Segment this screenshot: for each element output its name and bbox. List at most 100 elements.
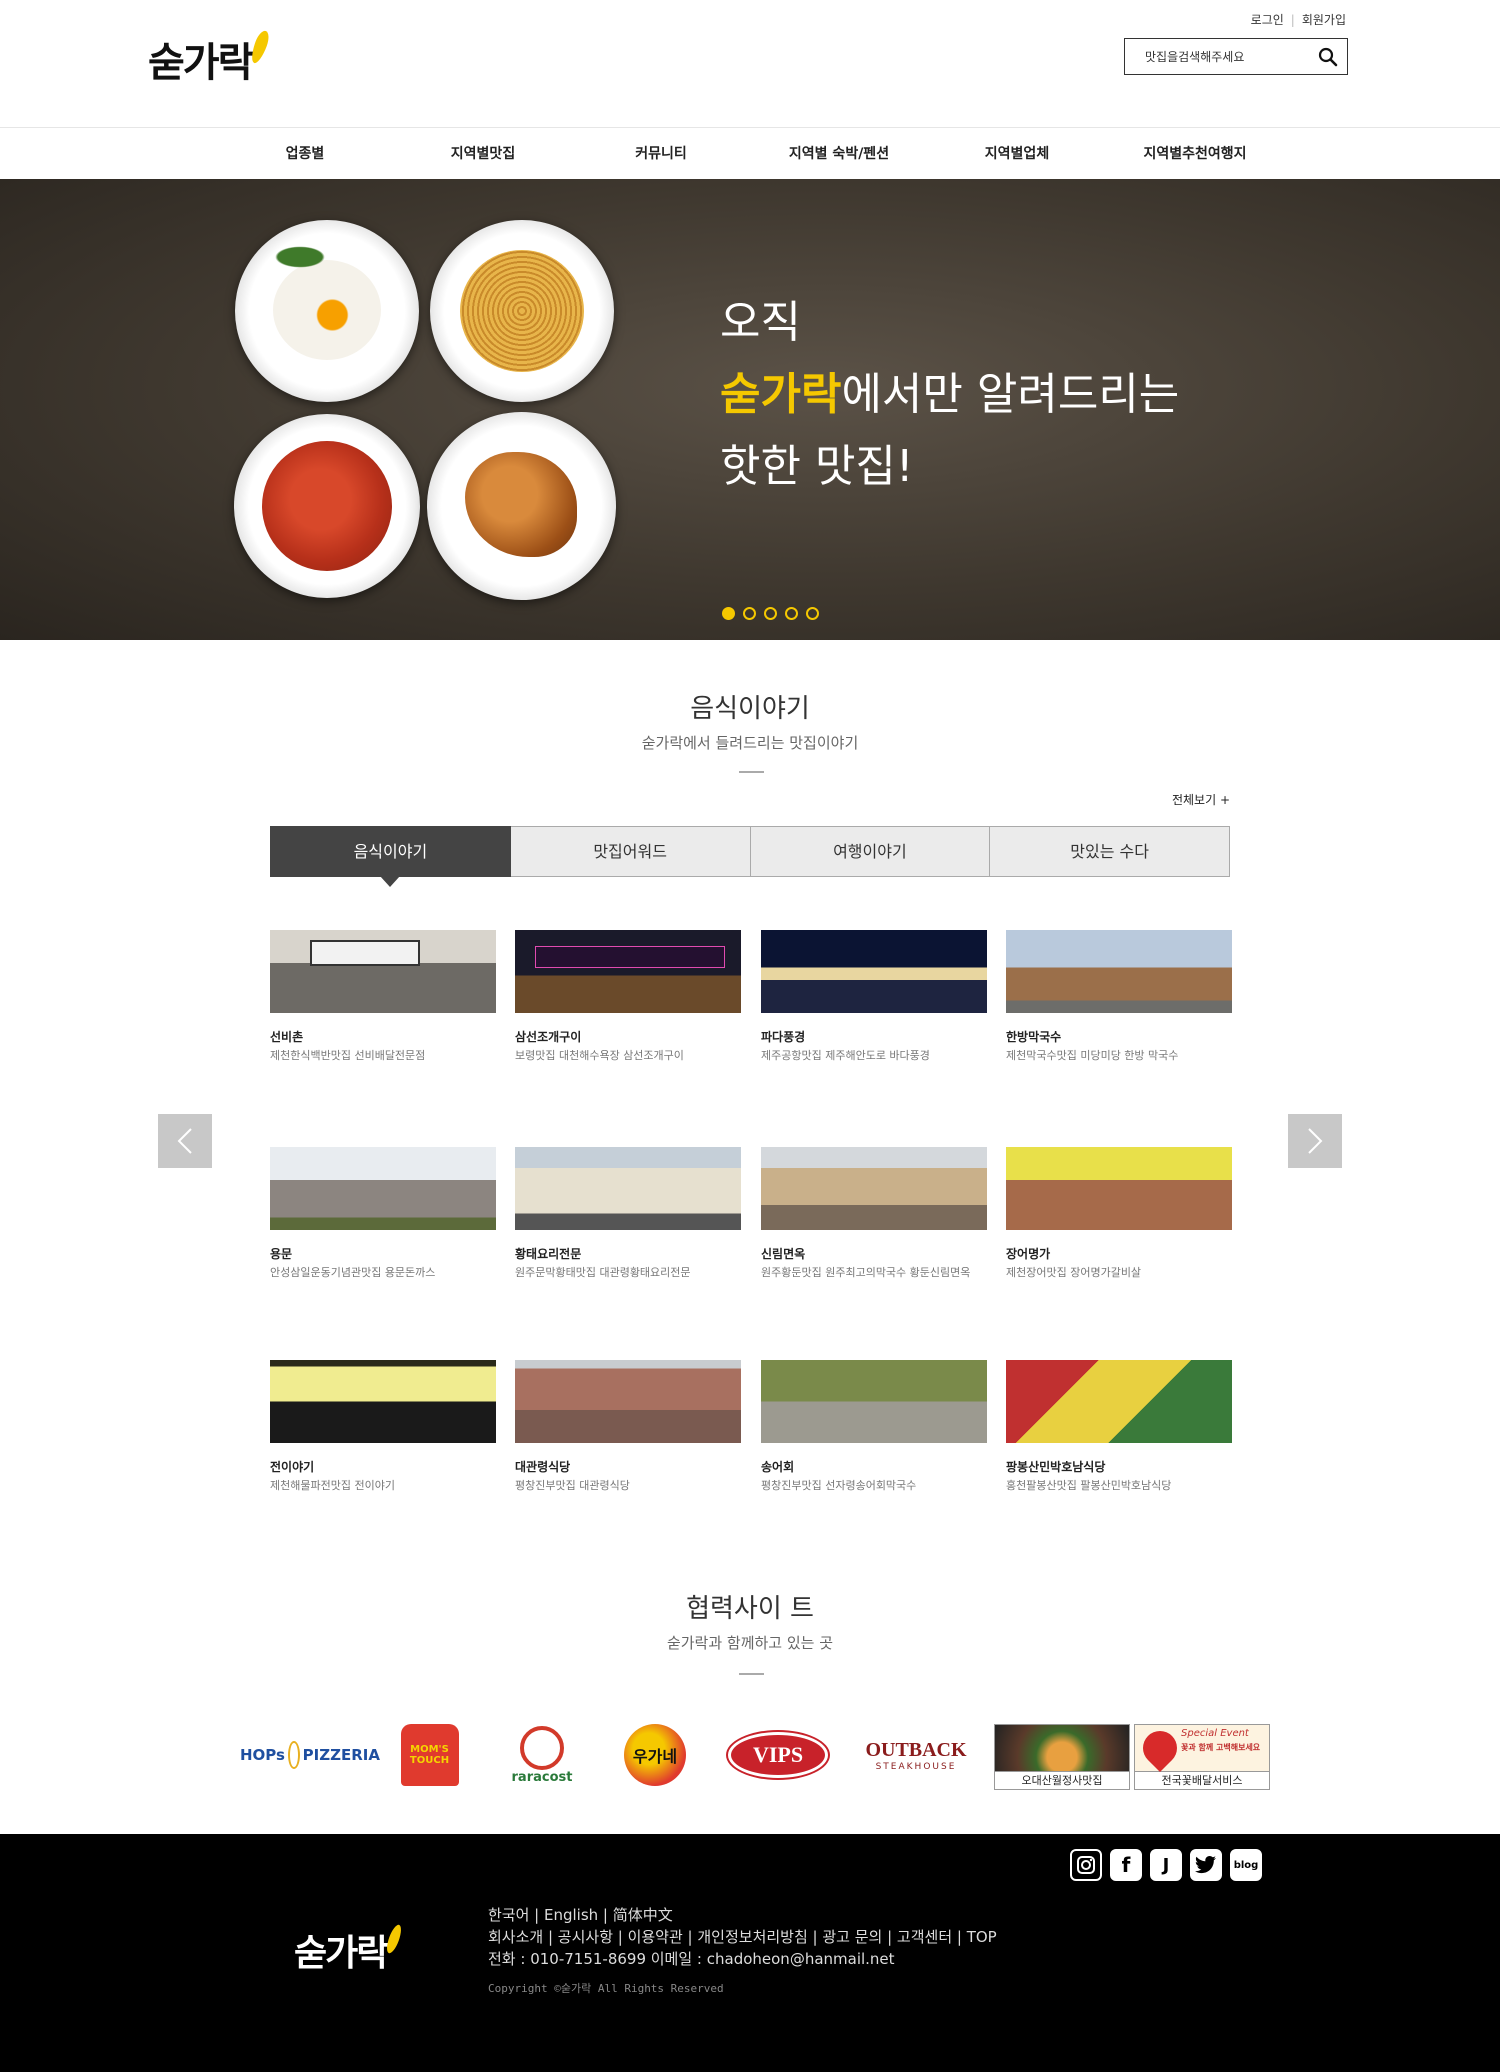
partner-momstouch-logo[interactable]: MOM'S TOUCH (392, 1724, 467, 1786)
kakaostory-icon[interactable]: J (1150, 1849, 1182, 1881)
item-name: 전이야기 (270, 1460, 315, 1474)
item-name: 신림면옥 (761, 1247, 806, 1261)
slide-dot[interactable] (806, 607, 819, 620)
instagram-icon[interactable] (1070, 1849, 1102, 1881)
list-item[interactable]: 송어회 평창진부맛집 선자령송어회막국수 (761, 1360, 987, 1493)
item-name: 선비촌 (270, 1030, 304, 1044)
section-divider (739, 1673, 764, 1675)
tab-food-story[interactable]: 음식이야기 (270, 826, 511, 887)
slider-dots (722, 607, 819, 620)
site-footer: 숟가락 한국어 | English | 简体中文 회사소개 | 공시사항 | 이… (0, 1834, 1500, 2072)
tab-travel-story[interactable]: 여행이야기 (750, 826, 991, 877)
search-icon[interactable] (1318, 47, 1338, 67)
nav-item-category[interactable]: 업종별 (216, 129, 394, 179)
item-desc: 원주문막황태맛집 대관령황태요리전문 (515, 1266, 691, 1279)
hops-badge-icon (287, 1741, 300, 1769)
herb-garnish (265, 242, 335, 272)
partner-ugane-logo[interactable]: 우가네 (605, 1724, 705, 1786)
list-item[interactable]: 용문 안성삼일운동기념관맛집 용문돈까스 (270, 1147, 496, 1280)
list-item[interactable]: 신림면옥 원주황둔맛집 원주최고의막국수 황둔신림면옥 (761, 1147, 987, 1280)
heart-icon (1135, 1723, 1185, 1773)
tab-restaurant-award[interactable]: 맛집어워드 (510, 826, 751, 877)
confess-text: 꽃과 함께 고백해보세요 (1181, 1743, 1261, 1752)
tab-tasty-chat[interactable]: 맛있는 수다 (990, 826, 1230, 877)
language-links[interactable]: 한국어 | English | 简体中文 (488, 1904, 997, 1926)
login-link[interactable]: 로그인 (1251, 13, 1284, 27)
restaurant-photo (515, 1360, 741, 1443)
item-name: 한방막국수 (1006, 1030, 1062, 1044)
slide-dot[interactable] (785, 607, 798, 620)
list-item[interactable]: 대관령식당 평창진부맛집 대관령식당 (515, 1360, 741, 1493)
nav-item-travel[interactable]: 지역별추천여행지 (1106, 129, 1284, 179)
pasta (460, 250, 584, 372)
search-input[interactable] (1125, 39, 1305, 74)
restaurant-photo (761, 1360, 987, 1443)
partner-raracost-logo[interactable]: raracost (502, 1724, 582, 1786)
item-name: 삼선조개구이 (515, 1030, 582, 1044)
partner-hops-logo[interactable]: HOPs PIZZERIA (240, 1724, 380, 1786)
item-desc: 제천한식백반맛집 선비배달전문점 (270, 1049, 426, 1062)
partner-flower-box[interactable]: Special Event 꽃과 함께 고백해보세요 전국꽃배달서비스 (1134, 1723, 1270, 1790)
footer-logo[interactable]: 숟가락 (294, 1923, 405, 1976)
raracost-emblem-icon (520, 1725, 564, 1770)
top-links: 로그인 | 회원가입 (1251, 11, 1346, 28)
site-header: 숟가락 로그인 | 회원가입 (0, 0, 1500, 128)
list-item[interactable]: 파다풍경 제주공항맛집 제주해안도로 바다풍경 (761, 930, 987, 1063)
view-all-link[interactable]: 전체보기 + (1150, 791, 1230, 808)
banner-line2: 숟가락에서만 알려드리는 (720, 359, 1179, 431)
item-desc: 제천해물파전맛집 전이야기 (270, 1479, 395, 1492)
list-item[interactable]: 팡봉산민박호남식당 홍천팔봉산맛집 팔봉산민박호남식당 (1006, 1360, 1232, 1493)
slide-dot[interactable] (722, 607, 735, 620)
plate-soup (234, 414, 420, 598)
next-arrow-button[interactable] (1288, 1114, 1342, 1168)
chevron-left-icon (177, 1128, 192, 1154)
fried-egg (273, 260, 381, 360)
bibimbap-photo (995, 1725, 1129, 1771)
slide-dot[interactable] (743, 607, 756, 620)
partner-vips-logo[interactable]: VIPS (726, 1724, 830, 1786)
list-item[interactable]: 삼선조개구이 보령맛집 대천해수욕장 삼선조개구이 (515, 930, 741, 1063)
ugane-text: 우가네 (632, 1747, 678, 1766)
partner-box-label: 전국꽃배달서비스 (1135, 1771, 1269, 1789)
restaurant-photo (270, 1147, 496, 1230)
story-tabs: 음식이야기 맛집어워드 여행이야기 맛있는 수다 (270, 826, 1230, 887)
main-nav: 업종별 지역별맛집 커뮤니티 지역별 숙박/펜션 지역별업체 지역별추천여행지 (0, 129, 1500, 179)
restaurant-photo (761, 1147, 987, 1230)
twitter-icon[interactable] (1190, 1849, 1222, 1881)
blog-icon[interactable]: blog (1230, 1849, 1262, 1881)
item-name: 송어회 (761, 1460, 795, 1474)
nav-item-lodging[interactable]: 지역별 숙박/펜션 (750, 129, 928, 179)
partner-odaesan-box[interactable]: 오대산월정사맛집 (994, 1724, 1130, 1790)
signup-link[interactable]: 회원가입 (1302, 13, 1346, 27)
item-name: 대관령식당 (515, 1460, 571, 1474)
contact-info: 전화 : 010-7151-8699 이메일 : chadoheon@hanma… (488, 1950, 895, 1968)
list-item[interactable]: 황태요리전문 원주문막황태맛집 대관령황태요리전문 (515, 1147, 741, 1280)
partner-outback-logo[interactable]: OUTBACK STEAKHOUSE (852, 1724, 980, 1786)
slide-dot[interactable] (764, 607, 777, 620)
nav-item-regional-business[interactable]: 지역별업체 (928, 129, 1106, 179)
prev-arrow-button[interactable] (158, 1114, 212, 1168)
special-event-text: Special Event (1181, 1728, 1249, 1739)
item-desc: 보령맛집 대천해수욕장 삼선조개구이 (515, 1049, 684, 1062)
flower-heart-banner: Special Event 꽃과 함께 고백해보세요 (1135, 1723, 1269, 1773)
list-item[interactable]: 전이야기 제천해물파전맛집 전이야기 (270, 1360, 496, 1493)
facebook-icon[interactable]: f (1110, 1849, 1142, 1881)
item-name: 장어명가 (1006, 1247, 1051, 1261)
item-desc: 원주황둔맛집 원주최고의막국수 황둔신림면옥 (761, 1266, 971, 1279)
nav-item-regional-restaurants[interactable]: 지역별맛집 (394, 129, 572, 179)
item-desc: 제천막국수맛집 미당미당 한방 막국수 (1006, 1049, 1179, 1062)
pizzeria-text: PIZZERIA (302, 1746, 380, 1764)
list-item[interactable]: 선비촌 제천한식백반맛집 선비배달전문점 (270, 930, 496, 1063)
outback-sub-text: STEAKHOUSE (875, 1761, 957, 1772)
list-item[interactable]: 한방막국수 제천막국수맛집 미당미당 한방 막국수 (1006, 930, 1232, 1063)
vips-text: VIPS (752, 1742, 804, 1767)
logo-text: 숟가락 (148, 40, 254, 86)
banner-line2-rest: 에서만 알려드리는 (841, 369, 1180, 420)
copyright: Copyright ©숟가락 All Rights Reserved (488, 1982, 724, 1995)
footer-links[interactable]: 회사소개 | 공시사항 | 이용약관 | 개인정보처리방침 | 광고 문의 | … (488, 1926, 997, 1948)
site-logo[interactable]: 숟가락 (148, 28, 272, 88)
list-item[interactable]: 장어명가 제천장어맛집 장어명가갈비살 (1006, 1147, 1232, 1280)
item-desc: 제주공항맛집 제주해안도로 바다풍경 (761, 1049, 930, 1062)
hero-banner: 오직 숟가락에서만 알려드리는 핫한 맛집! (0, 179, 1500, 640)
nav-item-community[interactable]: 커뮤니티 (572, 129, 750, 179)
